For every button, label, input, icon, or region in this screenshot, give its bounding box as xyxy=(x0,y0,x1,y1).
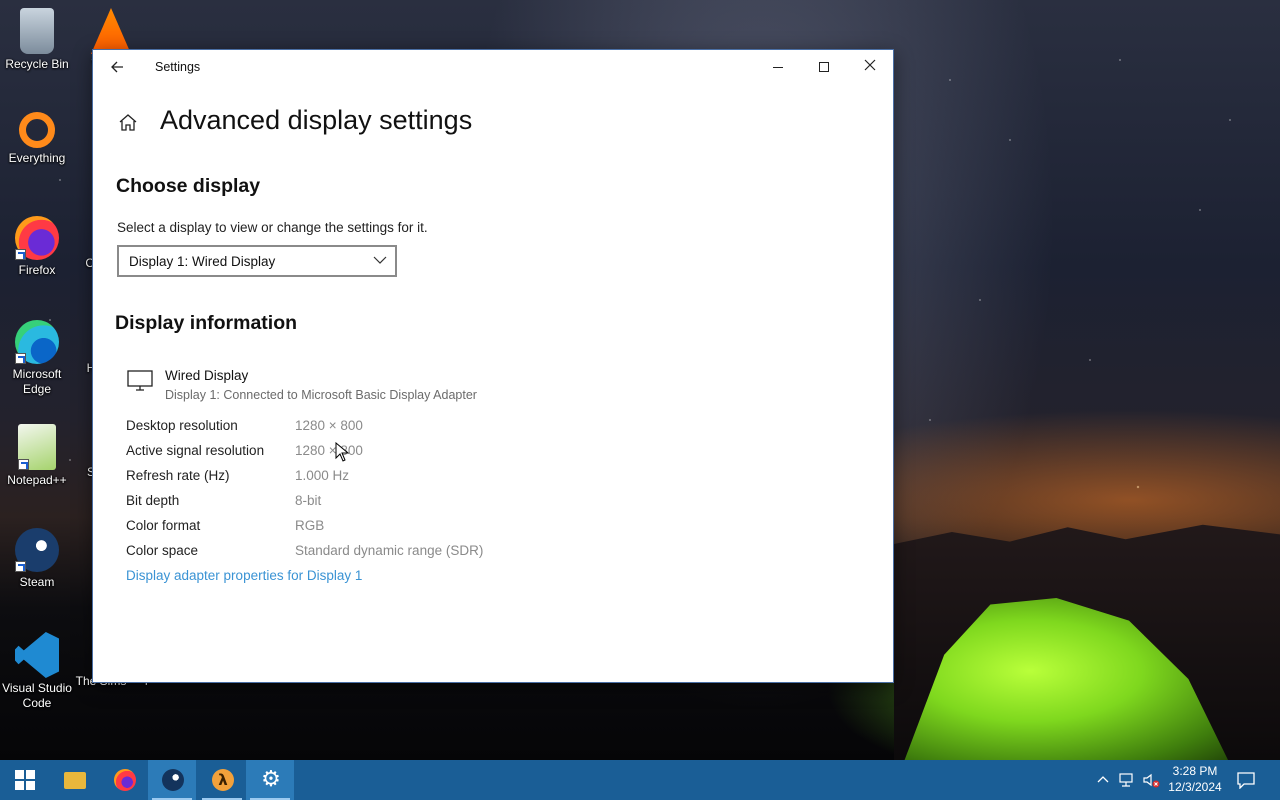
desktop-icon-label: Recycle Bin xyxy=(5,57,69,71)
start-icon xyxy=(15,770,35,790)
window-title: Settings xyxy=(155,60,201,74)
info-label: Desktop resolution xyxy=(126,418,238,433)
notepad-plus-plus-icon xyxy=(18,424,56,470)
info-row-bit-depth: Bit depth 8-bit xyxy=(126,491,626,516)
minimize-icon xyxy=(773,66,783,68)
desktop-icon-label: Steam xyxy=(19,575,55,589)
taskbar-half-life[interactable]: λ xyxy=(198,760,246,800)
display-adapter-properties-link[interactable]: Display adapter properties for Display 1 xyxy=(126,568,362,583)
display-connection-info: Display 1: Connected to Microsoft Basic … xyxy=(165,388,477,402)
close-icon xyxy=(864,59,876,71)
vlc-icon xyxy=(91,8,131,54)
back-arrow-icon xyxy=(111,61,123,73)
maximize-icon xyxy=(819,62,829,73)
chevron-down-icon xyxy=(373,256,387,264)
desktop-icon-vscode[interactable]: Visual Studio Code xyxy=(0,632,74,711)
info-value: 1280 × 800 xyxy=(295,418,363,433)
info-row-refresh-rate: Refresh rate (Hz) 1.000 Hz xyxy=(126,466,626,491)
vscode-icon xyxy=(15,632,59,678)
desktop-icon-steam[interactable]: Steam xyxy=(0,528,74,590)
info-label: Color space xyxy=(126,543,199,558)
shortcut-arrow-icon xyxy=(15,249,26,260)
half-life-icon: λ xyxy=(212,769,234,791)
shortcut-arrow-icon xyxy=(15,561,26,572)
info-label: Refresh rate (Hz) xyxy=(126,468,230,483)
volume-muted-icon[interactable] xyxy=(1142,771,1160,789)
info-label: Active signal resolution xyxy=(126,443,265,458)
display-select-dropdown[interactable]: Display 1: Wired Display xyxy=(117,245,397,277)
close-button[interactable] xyxy=(847,50,893,84)
taskbar-clock[interactable]: 3:28 PM 12/3/2024 xyxy=(1164,763,1226,795)
firefox-icon xyxy=(114,769,136,791)
desktop-icon-edge[interactable]: Microsoft Edge xyxy=(0,320,74,397)
desktop-icon-everything[interactable]: Everything xyxy=(0,112,74,166)
back-button[interactable] xyxy=(103,54,131,80)
desktop-icon-label: Visual Studio Code xyxy=(2,681,72,710)
display-select-value: Display 1: Wired Display xyxy=(129,254,276,269)
display-name: Wired Display xyxy=(165,368,249,383)
choose-display-heading: Choose display xyxy=(116,175,261,197)
taskbar-settings[interactable]: ⚙ xyxy=(246,760,294,800)
mouse-cursor-icon xyxy=(335,442,349,462)
info-label: Bit depth xyxy=(126,493,180,508)
steam-icon xyxy=(15,528,59,572)
edge-icon xyxy=(15,320,59,364)
display-information-heading: Display information xyxy=(115,312,298,334)
info-label: Color format xyxy=(126,518,201,533)
steam-icon xyxy=(162,769,184,791)
taskbar-file-explorer[interactable] xyxy=(50,760,98,800)
recycle-bin-icon xyxy=(20,8,54,54)
info-row-color-format: Color format RGB xyxy=(126,516,626,541)
settings-window: Settings Advanced display settings Choos… xyxy=(92,49,894,683)
info-value: Standard dynamic range (SDR) xyxy=(295,543,484,558)
file-explorer-icon xyxy=(64,772,86,789)
taskbar-steam[interactable] xyxy=(148,760,196,800)
show-hidden-icons-chevron-icon[interactable] xyxy=(1094,771,1112,789)
info-value: 1280 × 800 xyxy=(295,443,363,458)
clock-time: 3:28 PM xyxy=(1172,764,1218,778)
desktop-icon-label: Everything xyxy=(8,151,66,165)
shortcut-arrow-icon xyxy=(15,353,26,364)
monitor-icon xyxy=(127,370,153,391)
info-value: RGB xyxy=(295,518,325,533)
start-button[interactable] xyxy=(0,760,48,800)
network-icon[interactable] xyxy=(1118,771,1136,789)
settings-gear-icon: ⚙ xyxy=(261,767,281,792)
everything-search-icon xyxy=(19,112,55,148)
minimize-button[interactable] xyxy=(755,50,801,84)
shortcut-arrow-icon xyxy=(18,459,29,470)
clock-date: 12/3/2024 xyxy=(1168,780,1222,794)
home-icon[interactable] xyxy=(117,112,139,134)
choose-display-prompt: Select a display to view or change the s… xyxy=(117,220,428,235)
info-row-desktop-resolution: Desktop resolution 1280 × 800 xyxy=(126,416,626,441)
info-row-active-signal-resolution: Active signal resolution 1280 × 800 xyxy=(126,441,626,466)
desktop-icon-label: Firefox xyxy=(18,263,56,277)
desktop-icon-recycle-bin[interactable]: Recycle Bin xyxy=(0,8,74,72)
info-value: 8-bit xyxy=(295,493,322,508)
taskbar-firefox[interactable] xyxy=(100,760,148,800)
page-title: Advanced display settings xyxy=(160,105,473,135)
info-row-color-space: Color space Standard dynamic range (SDR) xyxy=(126,541,626,566)
info-value: 1.000 Hz xyxy=(295,468,350,483)
maximize-button[interactable] xyxy=(801,50,847,84)
title-bar[interactable]: Settings xyxy=(93,50,893,84)
firefox-icon xyxy=(15,216,59,260)
display-info-table: Desktop resolution 1280 × 800 Active sig… xyxy=(126,416,626,566)
taskbar: λ ⚙ 3:28 PM 12/3/2024 xyxy=(0,760,1280,800)
action-center-icon[interactable] xyxy=(1236,771,1256,789)
